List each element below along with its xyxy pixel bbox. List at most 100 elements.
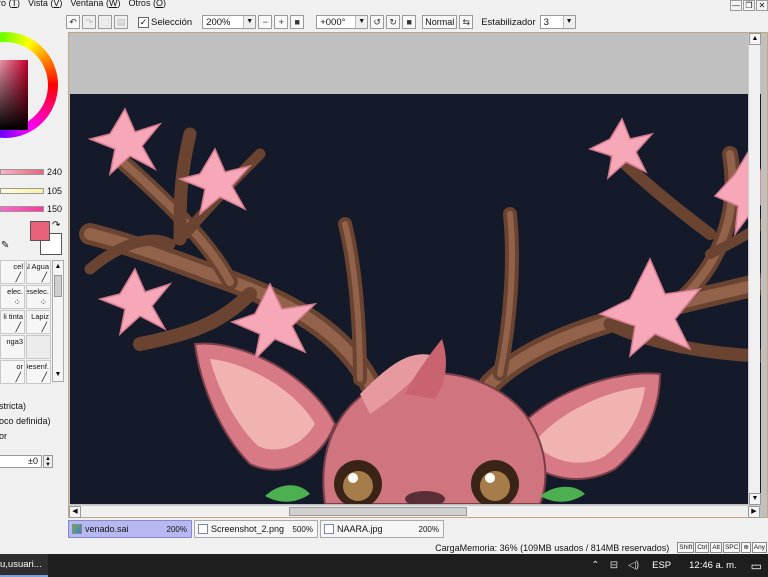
redo-icon[interactable]: ↷ bbox=[82, 15, 96, 29]
tool-water[interactable]: Al Agua╱ bbox=[26, 260, 51, 284]
any-key-indicator: Any bbox=[751, 542, 767, 553]
slider-value: 150 bbox=[46, 204, 62, 214]
menu-view[interactable]: Vista (V) bbox=[24, 0, 66, 12]
pencil-icon: ╱ bbox=[41, 322, 47, 332]
primary-color-swatch[interactable] bbox=[30, 221, 50, 241]
menu-shortcut: O bbox=[155, 0, 163, 8]
tool-select[interactable]: elec. ⁘ bbox=[0, 285, 25, 309]
tool-label: nga3 bbox=[6, 337, 23, 346]
deer-artwork[interactable] bbox=[70, 94, 761, 504]
flip-icon[interactable]: ⇆ bbox=[459, 15, 474, 29]
document-zoom: 500% bbox=[292, 524, 313, 534]
zoom-select[interactable]: 200% ▼ bbox=[202, 15, 257, 29]
tool-label: Desenf. bbox=[27, 362, 49, 371]
slider-hue[interactable]: 150 bbox=[0, 204, 66, 214]
zoom-in-icon[interactable]: + bbox=[274, 15, 289, 29]
document-name: Screenshot_2.png bbox=[211, 524, 285, 534]
menu-window[interactable]: Ventana (W) bbox=[66, 0, 124, 12]
tool-prop-input[interactable]: ±0 bbox=[0, 455, 42, 468]
deselect-icon[interactable]: ⬚ bbox=[98, 15, 112, 29]
rotation-select[interactable]: +000° ▼ bbox=[316, 15, 369, 29]
shift-key-indicator: Shift bbox=[677, 542, 695, 553]
stabilizer-label: Estabilizador bbox=[481, 16, 536, 28]
document-tab-screenshot[interactable]: Screenshot_2.png 500% bbox=[194, 520, 318, 538]
document-name: NAARA.jpg bbox=[337, 524, 383, 534]
color-square[interactable] bbox=[0, 60, 28, 130]
space-key-indicator: SPC bbox=[722, 542, 741, 553]
rotate-reset-icon[interactable]: ■ bbox=[402, 15, 417, 29]
scroll-thumb[interactable] bbox=[54, 275, 62, 297]
left-panel: 240 105 150 ↷ ✎ cel╱ Al Agua╱ elec.⁘ Des… bbox=[0, 12, 66, 544]
minimize-button[interactable]: — bbox=[730, 0, 742, 11]
zoom-reset-icon[interactable]: ■ bbox=[290, 15, 305, 29]
restore-button[interactable]: ❐ bbox=[743, 0, 755, 11]
navigator-icon: ⊕ bbox=[741, 542, 751, 553]
tool-blur[interactable]: Desenf.╱ bbox=[26, 360, 51, 384]
windows-taskbar: u,usuari... ⌃ ⊟ ◁) ESP 12:46 a. m. ▭ bbox=[0, 554, 768, 577]
tool-brush[interactable]: cel ╱ bbox=[0, 260, 25, 284]
notification-icon[interactable]: ▭ bbox=[751, 559, 762, 573]
menu-tools[interactable]: ro (T) bbox=[0, 0, 24, 12]
tool-scrollbar[interactable]: ▲ ▼ bbox=[52, 260, 64, 382]
zoom-out-icon[interactable]: − bbox=[258, 15, 273, 29]
menu-bar: ro (T) Vista (V) Ventana (W) Otros (O) —… bbox=[0, 0, 768, 12]
tool-empty-slot bbox=[26, 335, 51, 359]
blend-mode-button[interactable]: Normal bbox=[422, 15, 458, 29]
tool-ink-pen[interactable]: li tinta ╱ bbox=[0, 310, 25, 334]
scroll-thumb[interactable] bbox=[289, 507, 467, 516]
tool-label: elec. bbox=[7, 287, 23, 296]
eyedropper-icon[interactable]: ✎ bbox=[1, 240, 9, 251]
selection-checkbox[interactable]: ✓ bbox=[138, 16, 149, 28]
tool-pencil[interactable]: Lapiz ╱ bbox=[26, 310, 51, 334]
spinner-icon[interactable]: ▲ ▼ bbox=[43, 455, 53, 468]
chevron-down-icon: ▼ bbox=[355, 16, 368, 28]
swap-colors-icon[interactable]: ↷ bbox=[52, 220, 60, 231]
tool-grid: cel╱ Al Agua╱ elec.⁘ Deselec.⁘ li tinta╱… bbox=[0, 260, 51, 384]
tool-sponge[interactable]: nga3 bbox=[0, 335, 25, 359]
language-indicator[interactable]: ESP bbox=[652, 560, 671, 571]
volume-icon[interactable]: ◁) bbox=[628, 560, 639, 571]
tool-deselect[interactable]: Deselec.⁘ bbox=[26, 285, 51, 309]
invert-selection-icon[interactable]: ▤ bbox=[114, 15, 128, 29]
slider-saturation[interactable]: 240 bbox=[0, 167, 66, 177]
tool-prop-text: stricta) bbox=[0, 401, 26, 411]
document-tab-naara[interactable]: NAARA.jpg 200% bbox=[320, 520, 444, 538]
slider-value-bar[interactable]: 105 bbox=[0, 186, 66, 196]
scroll-up-icon[interactable]: ▲ bbox=[53, 261, 63, 273]
menu-label: Vista bbox=[28, 0, 48, 8]
scroll-right-icon[interactable]: ▶ bbox=[748, 506, 760, 518]
rotate-left-icon[interactable]: ↺ bbox=[370, 15, 385, 29]
tool-label: li tinta bbox=[3, 312, 23, 321]
undo-icon[interactable]: ↶ bbox=[66, 15, 80, 29]
menu-shortcut: T bbox=[11, 0, 18, 8]
ctrl-key-indicator: Ctrl bbox=[695, 542, 710, 553]
scroll-up-icon[interactable]: ▲ bbox=[749, 33, 761, 45]
chevron-down-icon: ▼ bbox=[562, 16, 575, 28]
menu-shortcut: W bbox=[108, 0, 118, 8]
tool-label: cel bbox=[13, 262, 23, 271]
stabilizer-select[interactable]: 3 ▼ bbox=[539, 15, 576, 29]
canvas-area[interactable] bbox=[68, 32, 768, 518]
select-icon: ⁘ bbox=[13, 297, 21, 307]
taskbar-app-item[interactable]: u,usuari... bbox=[0, 554, 48, 577]
chevron-up-icon[interactable]: ⌃ bbox=[591, 560, 599, 571]
scroll-down-icon[interactable]: ▼ bbox=[749, 493, 761, 505]
scroll-left-icon[interactable]: ◀ bbox=[69, 506, 81, 518]
document-tabs: venado.sai 200% Screenshot_2.png 500% NA… bbox=[68, 520, 768, 540]
selection-label: Selección bbox=[151, 16, 193, 28]
canvas-margin bbox=[70, 34, 761, 94]
document-tab-venado[interactable]: venado.sai 200% bbox=[68, 520, 192, 538]
rotate-right-icon[interactable]: ↻ bbox=[386, 15, 401, 29]
vertical-scrollbar[interactable]: ▲ ▼ bbox=[748, 33, 761, 505]
menu-others[interactable]: Otros (O) bbox=[124, 0, 170, 12]
clock[interactable]: 12:46 a. m. bbox=[689, 560, 737, 571]
stabilizer-value: 3 bbox=[543, 16, 549, 28]
chevron-down-icon: ▼ bbox=[243, 16, 256, 28]
close-button[interactable]: ✕ bbox=[756, 0, 768, 11]
tool-eraser[interactable]: or ╱ bbox=[0, 360, 25, 384]
brush-icon: ╱ bbox=[15, 272, 21, 282]
scroll-down-icon[interactable]: ▼ bbox=[53, 369, 63, 381]
horizontal-scrollbar[interactable]: ◀ ▶ bbox=[69, 505, 760, 518]
eraser-icon: ╱ bbox=[15, 372, 21, 382]
network-icon[interactable]: ⊟ bbox=[610, 560, 618, 571]
